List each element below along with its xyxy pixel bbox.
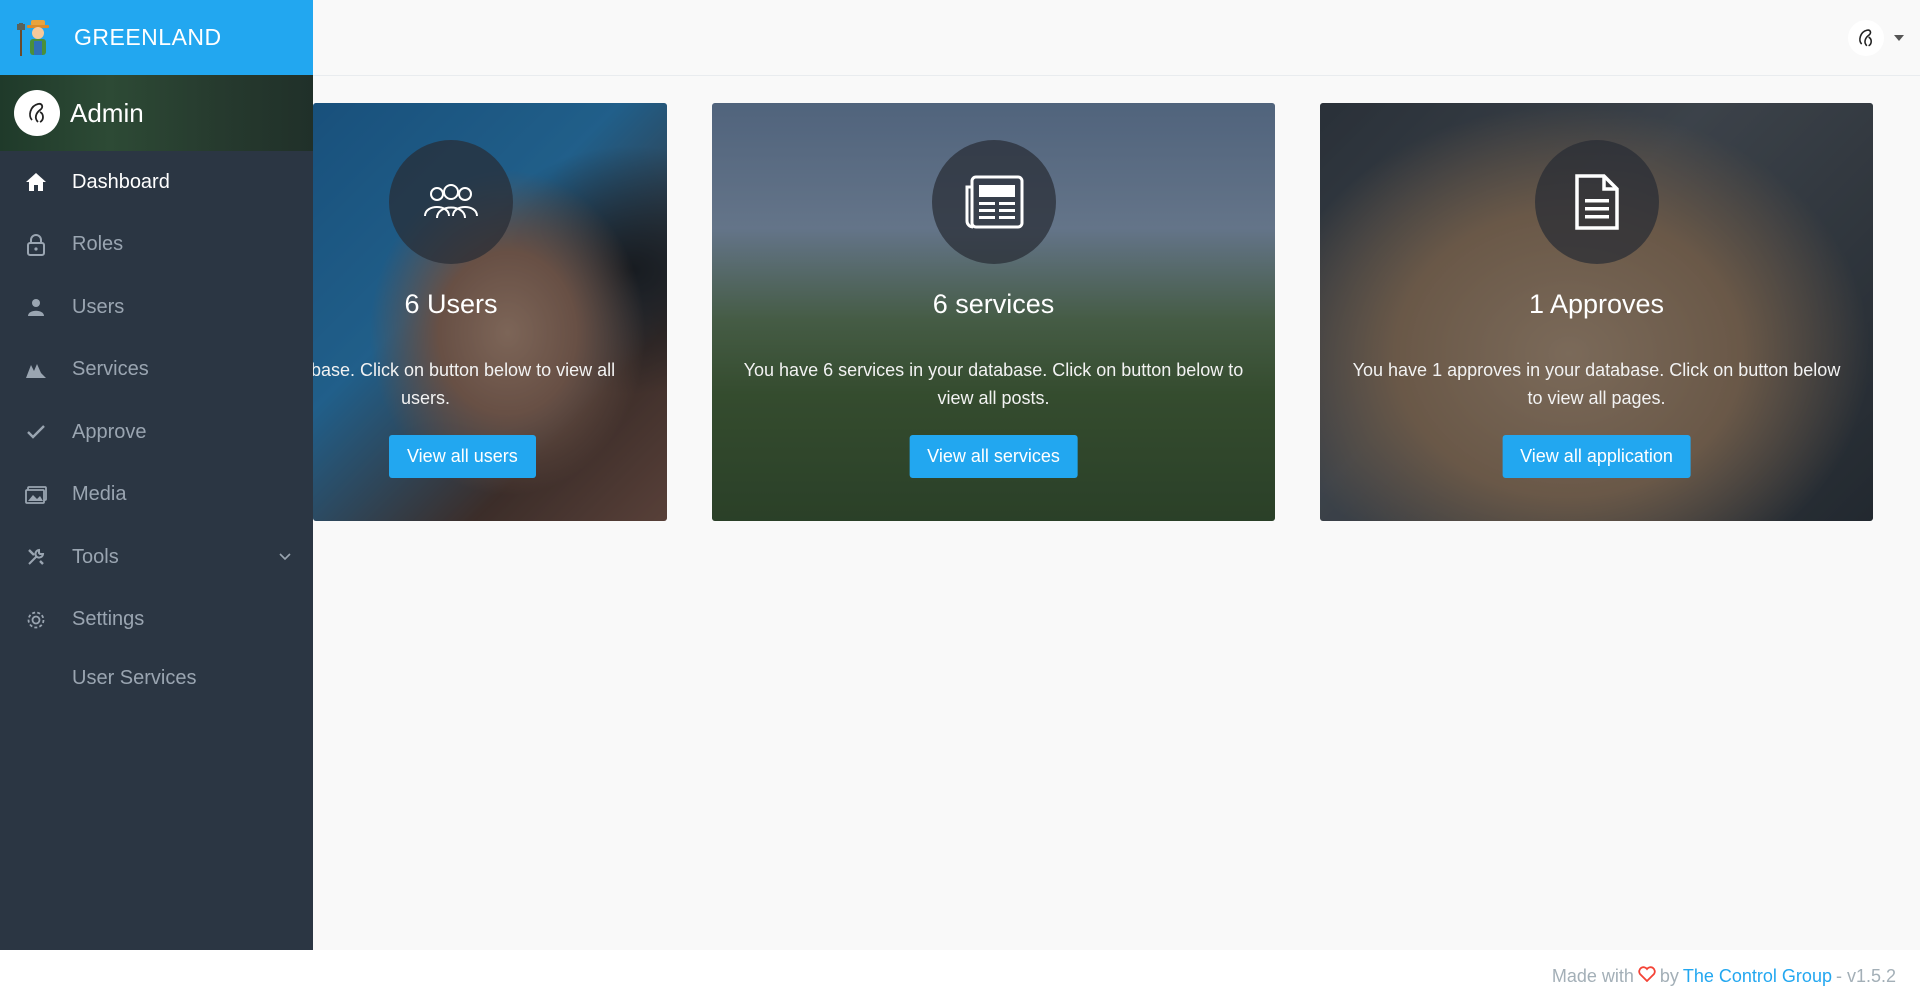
footer-version: - v1.5.2 [1835,965,1896,986]
sidebar-item-services[interactable]: Services [0,339,313,402]
sidebar-item-label: Services [72,358,149,381]
media-icon [24,483,48,507]
sidebar-item-label: Settings [72,608,145,631]
avatar [14,90,60,136]
newspaper-icon [965,175,1023,229]
services-icon [24,358,48,382]
chevron-down-icon [279,548,291,566]
avatar [1848,20,1884,56]
sidebar-item-tools[interactable]: Tools [0,526,313,589]
card-icon-circle [389,140,513,264]
brand-header[interactable]: GREENLAND [0,0,313,75]
home-icon [24,170,48,194]
footer-made-with: Made with [1551,965,1634,986]
tools-icon [24,545,48,569]
footer-by: by [1659,965,1679,986]
gear-icon [24,608,48,632]
view-all-application-button[interactable]: View all application [1502,435,1691,478]
card-title: 1 Approves [1528,289,1665,319]
sidebar-menu: Dashboard Roles Users Services Approve M… [0,151,313,706]
sidebar-item-label: Dashboard [72,170,170,193]
sidebar-item-roles[interactable]: Roles [0,214,313,277]
person-icon [24,295,48,319]
sidebar-item-dashboard[interactable]: Dashboard [0,151,313,214]
card-description: your database. Click on button below to … [313,360,616,408]
sidebar-item-label: Tools [72,545,119,568]
card-title: 6 services [932,289,1055,319]
card-description: You have 1 approves in your database. Cl… [1352,360,1841,408]
check-icon [24,420,48,444]
document-icon [1574,174,1619,230]
sidebar-item-label: User Services [72,667,197,689]
card-description: You have 6 services in your database. Cl… [743,360,1244,408]
card-icon-circle [931,140,1056,264]
users-icon [424,184,478,219]
view-all-services-button[interactable]: View all services [909,435,1078,478]
lock-icon [24,233,48,257]
sidebar-item-approve[interactable]: Approve [0,401,313,464]
sidebar-item-settings[interactable]: Settings [0,589,313,652]
card-icon-circle [1534,140,1659,264]
sidebar-item-users[interactable]: Users [0,276,313,339]
calligraphy-avatar-icon [29,102,44,123]
sidebar-item-label: Roles [72,233,124,256]
sidebar-item-user-services[interactable]: User Services [0,651,313,706]
sidebar-item-label: Users [72,295,125,318]
sidebar-item-label: Media [72,483,127,506]
footer: Made with by The Control Group - v1.5.2 [0,950,1920,1002]
farmer-logo-icon [17,19,49,56]
services-summary-card: 6 services You have 6 services in your d… [712,103,1275,521]
users-summary-card: 6 Users your database. Click on button b… [313,103,667,521]
heart-icon [1638,965,1656,987]
card-title: 6 Users [404,289,498,319]
admin-profile[interactable]: Admin [0,75,313,151]
calligraphy-avatar-icon [1859,29,1872,47]
company-link[interactable]: The Control Group [1683,966,1832,987]
caret-down-icon [1894,35,1904,41]
admin-name: Admin [70,97,144,128]
view-all-users-button[interactable]: View all users [389,435,536,478]
approves-summary-card: 1 Approves You have 1 approves in your d… [1320,103,1873,521]
sidebar: GREENLAND Admin Dashboard Roles Users Se… [0,0,313,950]
user-menu-dropdown[interactable] [1848,20,1904,56]
brand-name: GREENLAND [74,24,222,50]
top-navbar [313,0,1920,76]
sidebar-item-label: Approve [72,420,147,443]
sidebar-item-media[interactable]: Media [0,464,313,527]
